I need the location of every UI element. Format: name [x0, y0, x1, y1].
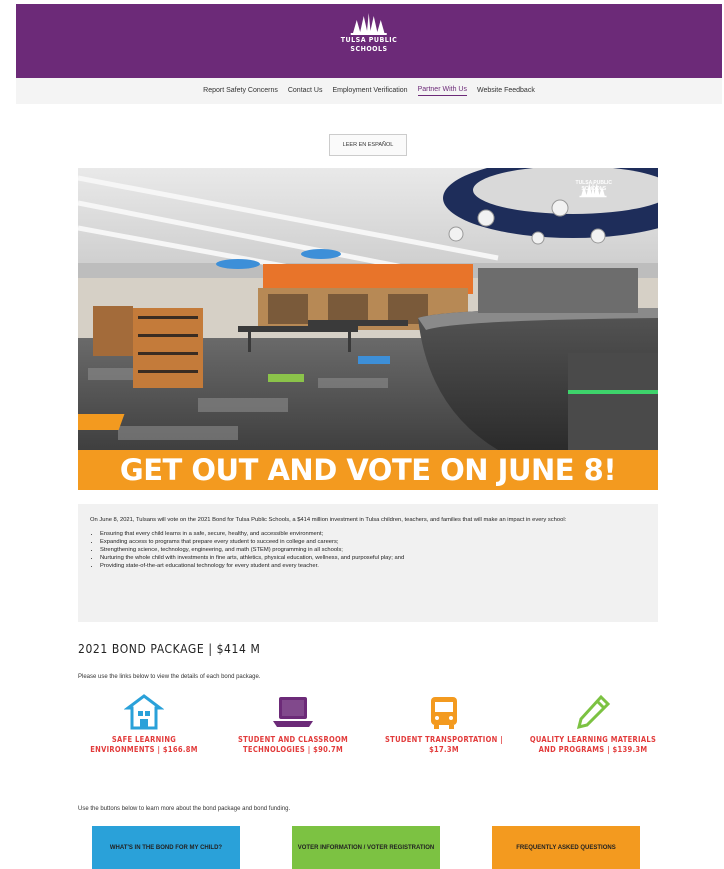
bullet-item: Expanding access to programs that prepar… [100, 538, 646, 546]
nav-report-safety[interactable]: Report Safety Concerns [203, 87, 278, 96]
school-icon [123, 694, 165, 730]
bullet-item: Nurturing the whole child with investmen… [100, 554, 646, 562]
package-learning-materials-label: QUALITY LEARNING MATERIALS AND PROGRAMS … [529, 735, 657, 754]
buttons-note: Use the buttons below to learn more abou… [78, 806, 291, 812]
intro-bullets: Ensuring that every child learns in a sa… [90, 530, 646, 570]
logo-line-1: TULSA PUBLIC [340, 36, 398, 44]
package-technology[interactable]: STUDENT AND CLASSROOM TECHNOLOGIES | $90… [230, 694, 356, 755]
bond-for-my-child-button[interactable]: WHAT'S IN THE BOND FOR MY CHILD? [92, 826, 240, 869]
intro-box: On June 8, 2021, Tulsans will vote on th… [78, 504, 658, 622]
pencil-icon [576, 694, 611, 730]
faq-button[interactable]: FREQUENTLY ASKED QUESTIONS [492, 826, 640, 869]
laptop-icon [273, 697, 313, 727]
top-nav: Report Safety Concerns Contact Us Employ… [16, 78, 722, 104]
nav-contact-us[interactable]: Contact Us [288, 87, 323, 96]
package-technology-label: STUDENT AND CLASSROOM TECHNOLOGIES | $90… [237, 735, 349, 754]
package-safe-learning-label: SAFE LEARNING ENVIRONMENTS | $166.8M [90, 735, 198, 754]
tps-logo[interactable]: TULSA PUBLIC SCHOOLS [341, 12, 398, 54]
bond-package-subtitle: Please use the links below to view the d… [78, 674, 261, 680]
bullet-item: Ensuring that every child learns in a sa… [100, 530, 646, 538]
package-transportation[interactable]: STUDENT TRANSPORTATION | $17.3M [382, 694, 506, 755]
nav-website-feedback[interactable]: Website Feedback [477, 87, 535, 96]
logo-line-2: SCHOOLS [350, 45, 388, 53]
vote-banner-text: GET OUT AND VOTE ON JUNE 8! [119, 453, 617, 487]
nav-partner-with-us[interactable]: Partner With Us [417, 86, 467, 96]
package-learning-materials[interactable]: QUALITY LEARNING MATERIALS AND PROGRAMS … [526, 694, 660, 755]
bullet-item: Strengthening science, technology, engin… [100, 546, 646, 554]
hero-book-logo-icon [579, 180, 607, 198]
package-safe-learning[interactable]: SAFE LEARNING ENVIRONMENTS | $166.8M [82, 694, 206, 755]
site-header: TULSA PUBLIC SCHOOLS [16, 4, 722, 78]
vote-banner: GET OUT AND VOTE ON JUNE 8! [78, 450, 658, 490]
bus-icon [431, 697, 457, 729]
spanish-language-button[interactable]: LEER EN ESPAÑOL [329, 134, 407, 156]
package-transportation-label: STUDENT TRANSPORTATION | $17.3M [385, 735, 503, 754]
book-logo-icon [351, 13, 387, 35]
nav-employment-verification[interactable]: Employment Verification [332, 87, 407, 96]
hero-logo: TULSA PUBLIC SCHOOLS [576, 180, 612, 198]
voter-information-button[interactable]: VOTER INFORMATION / VOTER REGISTRATION [292, 826, 440, 869]
bond-package-title: 2021 BOND PACKAGE | $414 M [78, 642, 261, 656]
library-photo [78, 168, 658, 450]
hero-image: TULSA PUBLIC SCHOOLS GET OUT AND VOTE ON… [78, 168, 658, 490]
intro-paragraph: On June 8, 2021, Tulsans will vote on th… [90, 517, 567, 523]
bullet-item: Providing state-of-the-art educational t… [100, 562, 646, 570]
